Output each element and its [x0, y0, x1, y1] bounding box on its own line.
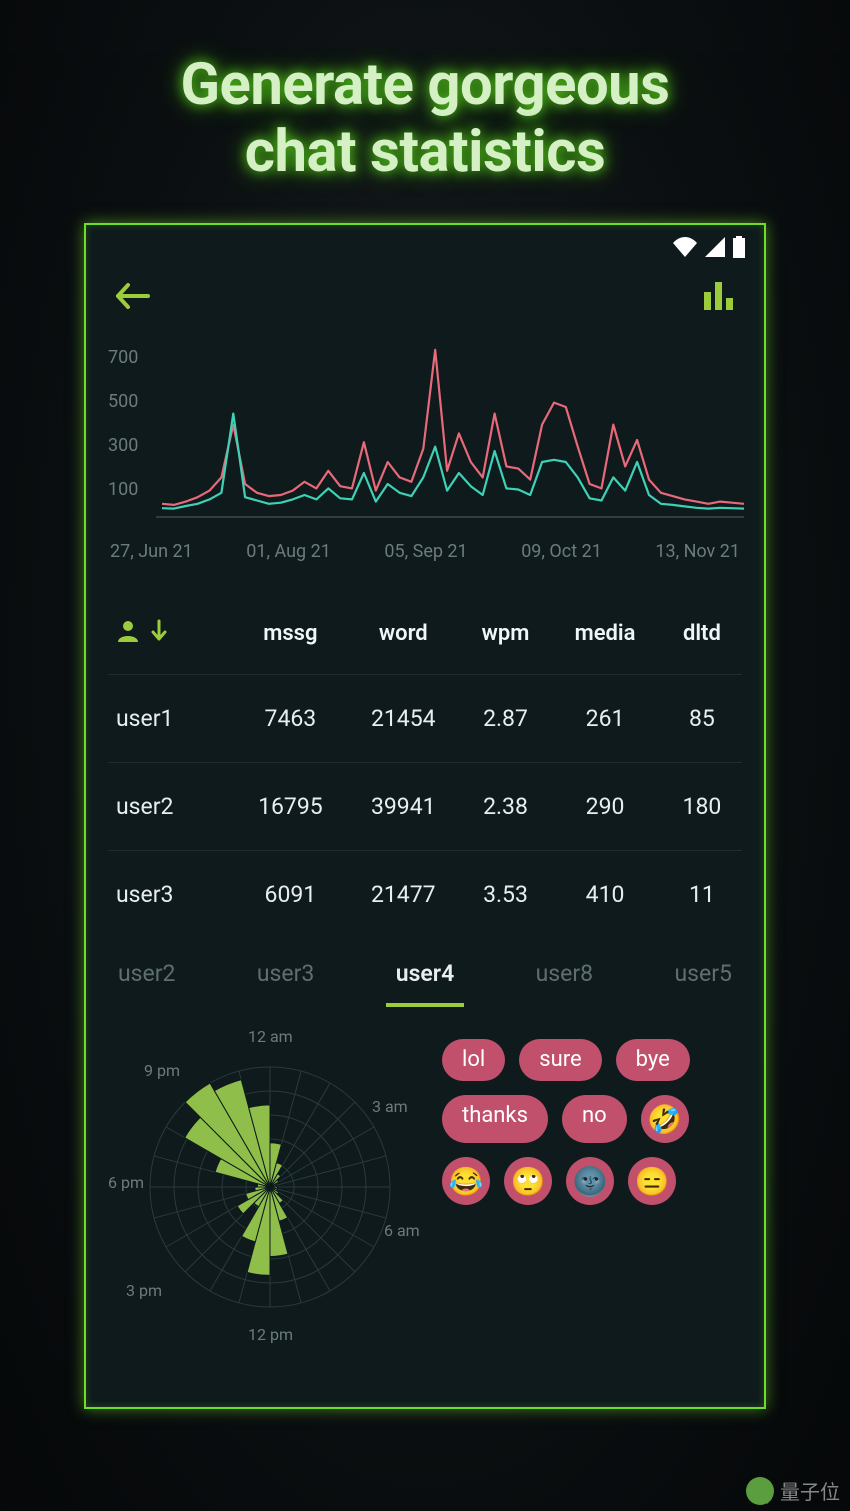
tab-user3[interactable]: user3: [247, 952, 324, 1007]
word-chips: lolsurebye thanks no 🤣 😂 🙄 🌚 😑: [442, 1025, 742, 1345]
cell-wpm: 2.38: [463, 793, 549, 820]
ytick-500: 500: [108, 391, 138, 412]
cell-mssg: 6091: [237, 881, 344, 908]
radial-label-3am: 3 am: [372, 1097, 408, 1116]
cell-media: 410: [554, 881, 656, 908]
stats-bars-icon[interactable]: [704, 282, 736, 314]
col-user[interactable]: [108, 618, 231, 648]
cell-user: user1: [108, 705, 231, 732]
table-header[interactable]: mssg word wpm media dltd: [108, 618, 742, 675]
xtick-3: 09, Oct 21: [521, 541, 602, 562]
tab-user4[interactable]: user4: [386, 952, 464, 1007]
cell-user: user3: [108, 881, 231, 908]
radial-label-6pm: 6 pm: [108, 1173, 144, 1192]
sort-down-icon: [150, 619, 168, 647]
tab-user8[interactable]: user8: [526, 952, 603, 1007]
status-bar: [86, 225, 764, 263]
watermark-text: 量子位: [780, 1476, 840, 1505]
table-row[interactable]: user216795399412.38290180: [108, 763, 742, 851]
person-icon: [116, 618, 140, 648]
line-chart-svg: 700 500 300 100: [108, 331, 744, 531]
xtick-1: 01, Aug 21: [246, 541, 331, 562]
battery-icon: [732, 236, 746, 258]
device-frame: 700 500 300 100 27, Jun 21 01, Aug 21 05…: [84, 223, 766, 1409]
cell-dltd: 180: [662, 793, 742, 820]
cell-word: 39941: [350, 793, 457, 820]
cell-mssg: 7463: [237, 705, 344, 732]
cell-media: 261: [554, 705, 656, 732]
line-chart[interactable]: 700 500 300 100 27, Jun 21 01, Aug 21 05…: [86, 323, 764, 574]
ytick-100: 100: [108, 479, 138, 500]
col-word[interactable]: word: [350, 621, 457, 646]
ytick-300: 300: [108, 435, 138, 456]
x-axis-ticks: 27, Jun 21 01, Aug 21 05, Sep 21 09, Oct…: [108, 541, 742, 562]
cell-wpm: 3.53: [463, 881, 549, 908]
word-chip[interactable]: thanks: [442, 1095, 548, 1143]
emoji-chip[interactable]: 🌚: [566, 1157, 614, 1205]
xtick-2: 05, Sep 21: [384, 541, 467, 562]
col-media[interactable]: media: [554, 621, 656, 646]
word-chip[interactable]: bye: [616, 1039, 690, 1081]
cell-word: 21477: [350, 881, 457, 908]
hero-title: Generate gorgeous chat statistics: [0, 52, 850, 185]
word-chip[interactable]: lol: [442, 1039, 505, 1081]
table-row[interactable]: user36091214773.5341011: [108, 851, 742, 938]
cell-user: user2: [108, 793, 231, 820]
col-wpm[interactable]: wpm: [463, 621, 549, 646]
col-mssg[interactable]: mssg: [237, 621, 344, 646]
app-header: [86, 263, 764, 323]
line-series-2: [162, 414, 744, 509]
hero-line1: Generate gorgeous: [0, 52, 850, 119]
wifi-icon: [672, 237, 698, 257]
cell-signal-icon: [704, 237, 726, 257]
emoji-chip[interactable]: 😂: [442, 1157, 490, 1205]
wechat-bubble-icon: [746, 1477, 774, 1505]
radial-label-9pm: 9 pm: [144, 1061, 180, 1080]
ytick-700: 700: [108, 347, 138, 368]
radial-label-12pm: 12 pm: [248, 1325, 293, 1344]
cell-mssg: 16795: [237, 793, 344, 820]
watermark: 量子位: [746, 1476, 840, 1505]
stats-table: mssg word wpm media dltd user17463214542…: [86, 574, 764, 938]
xtick-4: 13, Nov 21: [655, 541, 740, 562]
hero-line2: chat statistics: [0, 119, 850, 186]
radial-label-12am: 12 am: [248, 1027, 293, 1046]
radial-label-3pm: 3 pm: [126, 1281, 162, 1300]
cell-media: 290: [554, 793, 656, 820]
cell-wpm: 2.87: [463, 705, 549, 732]
cell-word: 21454: [350, 705, 457, 732]
xtick-0: 27, Jun 21: [110, 541, 193, 562]
col-dltd[interactable]: dltd: [662, 621, 742, 646]
table-row[interactable]: user17463214542.8726185: [108, 675, 742, 763]
radial-label-6am: 6 am: [384, 1221, 420, 1240]
emoji-chip[interactable]: 🤣: [641, 1095, 689, 1143]
emoji-chip[interactable]: 🙄: [504, 1157, 552, 1205]
user-detail-section: 12 am 3 am 6 am 12 pm 3 pm 6 pm 9 pm lol…: [86, 1007, 764, 1355]
tab-user2[interactable]: user2: [108, 952, 185, 1007]
cell-dltd: 11: [662, 881, 742, 908]
word-chip[interactable]: no: [562, 1095, 627, 1143]
tab-user5[interactable]: user5: [665, 952, 742, 1007]
user-tabs: user2 user3 user4 user8 user5: [86, 938, 764, 1007]
word-chip[interactable]: sure: [519, 1039, 601, 1081]
emoji-chip[interactable]: 😑: [628, 1157, 676, 1205]
back-arrow-icon[interactable]: [114, 281, 150, 315]
radial-chart[interactable]: 12 am 3 am 6 am 12 pm 3 pm 6 pm 9 pm: [108, 1025, 428, 1345]
cell-dltd: 85: [662, 705, 742, 732]
